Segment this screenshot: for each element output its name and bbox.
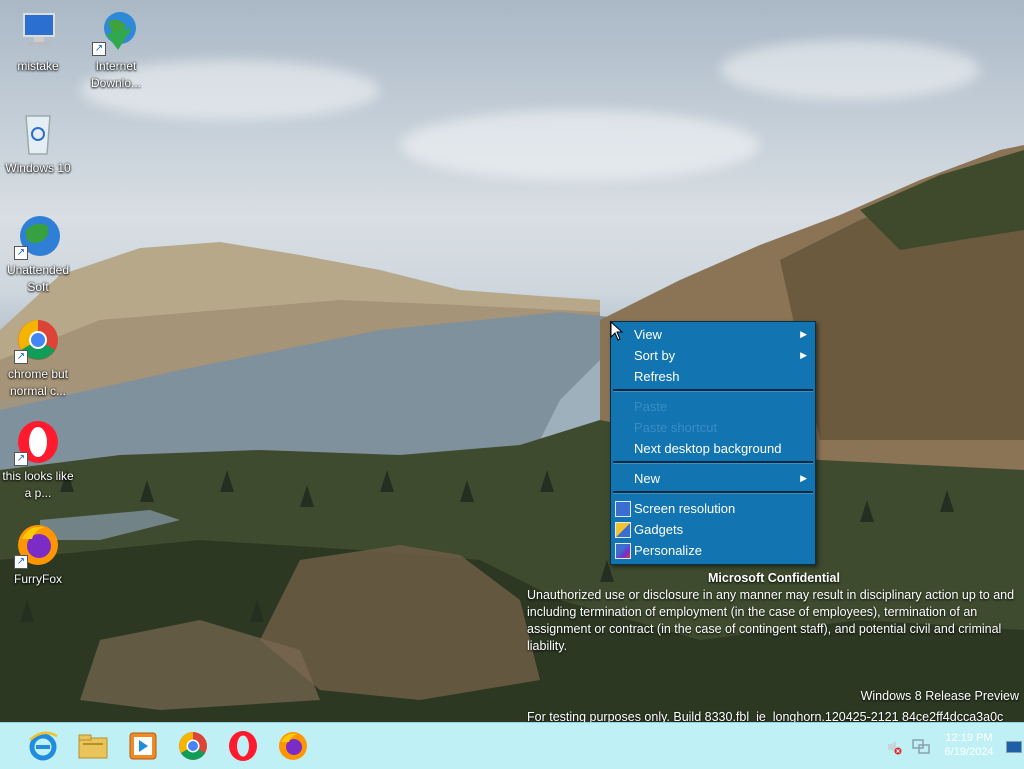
firefox-icon: ↗ [14, 521, 62, 569]
watermark-title: Microsoft Confidential [708, 571, 840, 585]
menu-item-sort-by[interactable]: Sort by ▶ [611, 345, 815, 366]
desktop-icon-internet-download[interactable]: ↗ Internet Downlo... [78, 8, 154, 92]
menu-item-refresh[interactable]: Refresh [611, 366, 815, 387]
desktop-icon-mistake[interactable]: mistake [0, 8, 76, 75]
menu-item-gadgets[interactable]: Gadgets [611, 519, 815, 540]
desktop-icon-label: chrome but normal c... [7, 367, 69, 398]
desktop-icon-furryfox[interactable]: ↗ FurryFox [0, 521, 76, 588]
watermark-version: Windows 8 Release Preview [860, 689, 1019, 703]
personalize-icon [615, 543, 631, 559]
chrome-icon: ↗ [14, 316, 62, 364]
globe-download-icon: ↗ [92, 8, 140, 56]
internet-explorer-icon [29, 731, 58, 761]
submenu-arrow-icon: ▶ [800, 350, 807, 360]
menu-item-label: Personalize [634, 543, 702, 558]
menu-item-label: New [634, 471, 661, 486]
taskbar: 12:19 PM 6/19/2024 [0, 722, 1024, 769]
show-desktop-icon[interactable] [1006, 741, 1022, 753]
shortcut-arrow-icon: ↗ [14, 452, 28, 466]
menu-item-screen-resolution[interactable]: Screen resolution [611, 498, 815, 519]
confidential-watermark: Microsoft Confidential Unauthorized use … [527, 570, 1021, 655]
recycle-bin-icon [14, 110, 62, 158]
chrome-icon [179, 732, 207, 760]
desktop-context-menu: View ▶ Sort by ▶ Refresh Paste Paste sho… [610, 321, 816, 565]
menu-separator [613, 491, 813, 494]
menu-item-paste-shortcut[interactable]: Paste shortcut [611, 417, 815, 438]
menu-item-label: Paste [634, 399, 668, 414]
taskbar-media-player-button[interactable] [127, 730, 159, 762]
menu-item-paste[interactable]: Paste [611, 396, 815, 417]
opera-icon [229, 731, 257, 761]
shortcut-arrow-icon: ↗ [14, 350, 28, 364]
shortcut-arrow-icon: ↗ [14, 246, 28, 260]
shortcut-arrow-icon: ↗ [14, 555, 28, 569]
taskbar-internet-explorer-button[interactable] [27, 730, 59, 762]
desktop-icon-label: Internet Downlo... [90, 59, 142, 90]
taskbar-opera-button[interactable] [227, 730, 259, 762]
desktop-icon-unattended-soft[interactable]: ↗ Unattended Soft [0, 212, 76, 296]
desktop-icon-label: Windows 10 [5, 161, 71, 175]
submenu-arrow-icon: ▶ [800, 473, 807, 483]
clock-time: 12:19 PM [945, 732, 993, 744]
media-player-icon [129, 732, 157, 760]
file-explorer-icon [78, 734, 108, 759]
opera-icon: ↗ [14, 418, 62, 466]
menu-item-label: Refresh [634, 369, 680, 384]
gadgets-icon [615, 522, 631, 538]
shortcut-arrow-icon: ↗ [92, 42, 106, 56]
taskbar-chrome-button[interactable] [177, 730, 209, 762]
desktop-icon-label: FurryFox [14, 572, 62, 586]
menu-item-label: Next desktop background [634, 441, 782, 456]
network-icon[interactable] [912, 739, 930, 755]
taskbar-firefox-button[interactable] [277, 730, 309, 762]
menu-item-new[interactable]: New ▶ [611, 468, 815, 489]
menu-item-personalize[interactable]: Personalize [611, 540, 815, 561]
menu-item-label: Paste shortcut [634, 420, 718, 435]
desktop-icon-chrome[interactable]: ↗ chrome but normal c... [0, 316, 76, 400]
mouse-cursor-icon [610, 321, 624, 341]
clock-date: 6/19/2024 [944, 746, 994, 758]
menu-item-view[interactable]: View ▶ [611, 324, 815, 345]
computer-icon [14, 8, 62, 56]
desktop-icon-label: Unattended Soft [6, 263, 70, 294]
desktop-icon-label: mistake [17, 59, 59, 73]
display-icon [615, 501, 631, 517]
submenu-arrow-icon: ▶ [800, 329, 807, 339]
menu-separator [613, 461, 813, 464]
watermark-body: Unauthorized use or disclosure in any ma… [527, 588, 1015, 653]
taskbar-file-explorer-button[interactable] [77, 730, 109, 762]
taskbar-clock[interactable]: 12:19 PM 6/19/2024 [944, 731, 994, 759]
volume-muted-icon[interactable] [886, 739, 902, 755]
menu-item-label: Gadgets [634, 522, 684, 537]
menu-separator [613, 389, 813, 392]
menu-item-next-desktop-background[interactable]: Next desktop background [611, 438, 815, 459]
firefox-icon [279, 732, 307, 760]
globe-icon: ↗ [14, 212, 62, 260]
menu-item-label: Screen resolution [634, 501, 736, 516]
desktop-icon-opera[interactable]: ↗ this looks like a p... [0, 418, 76, 502]
desktop-icon-label: this looks like a p... [2, 469, 74, 500]
desktop-icon-recycle-bin[interactable]: Windows 10 [0, 110, 76, 177]
menu-item-label: Sort by [634, 348, 676, 363]
menu-item-label: View [634, 327, 662, 342]
